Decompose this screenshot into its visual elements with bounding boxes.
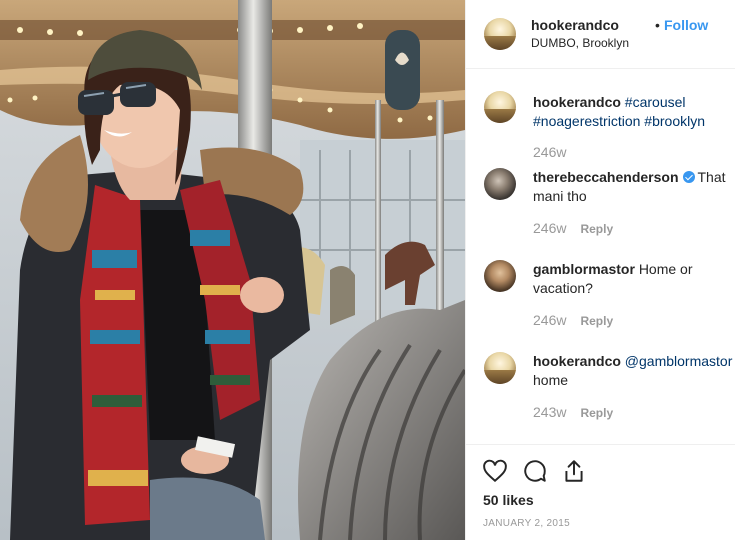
comments-list: hookerandco #carousel #noagerestriction … [466,70,735,444]
comment-text: therebeccahenderson That mani tho [533,168,733,206]
comment-meta: 246w Reply [533,220,613,236]
reply-button[interactable]: Reply [580,222,613,236]
reply-button[interactable]: Reply [580,406,613,420]
comment-text: hookerandco @gamblormastor home [533,352,733,390]
post-date[interactable]: JANUARY 2, 2015 [483,518,570,529]
commenter-username[interactable]: gamblormastor [533,261,635,277]
post-photo[interactable] [0,0,465,540]
comment-body: home [533,372,569,388]
author-avatar[interactable] [484,18,516,50]
post-side-panel: hookerandco • Follow DUMBO, Brooklyn hoo… [465,0,735,540]
commenter-avatar[interactable] [484,91,516,123]
commenter-username[interactable]: therebeccahenderson [533,169,679,185]
comment-meta: 246w [533,144,566,160]
hashtag-link[interactable]: #brooklyn [644,113,705,129]
likes-count[interactable]: 50 likes [483,492,534,508]
comment-text: gamblormastor Home or vacation? [533,260,733,298]
heart-icon[interactable] [482,458,508,484]
post-header: hookerandco • Follow DUMBO, Brooklyn [466,0,735,69]
commenter-avatar[interactable] [484,352,516,384]
separator-dot: • [655,17,660,33]
follow-button[interactable]: Follow [664,17,708,33]
mention-link[interactable]: @gamblormastor [625,353,733,369]
share-icon[interactable] [561,458,587,484]
comment-time[interactable]: 246w [533,312,566,328]
commenter-avatar[interactable] [484,260,516,292]
post-location[interactable]: DUMBO, Brooklyn [531,36,629,50]
commenter-avatar[interactable] [484,168,516,200]
verified-badge-icon [682,171,695,183]
commenter-username[interactable]: hookerandco [533,94,621,110]
comment-time[interactable]: 246w [533,144,566,160]
hashtag-link[interactable]: #noagerestriction [533,113,640,129]
commenter-username[interactable]: hookerandco [533,353,621,369]
comment-meta: 246w Reply [533,312,613,328]
post-actions: 50 likes JANUARY 2, 2015 [466,444,735,540]
hashtag-link[interactable]: #carousel [625,94,686,110]
comment-text: hookerandco #carousel #noagerestriction … [533,93,733,131]
reply-button[interactable]: Reply [580,314,613,328]
comment-icon[interactable] [522,458,548,484]
author-username[interactable]: hookerandco [531,17,619,33]
carousel-photo-illustration [0,0,465,540]
comment-time[interactable]: 246w [533,220,566,236]
comment-meta: 243w Reply [533,404,613,420]
comment-time[interactable]: 243w [533,404,566,420]
